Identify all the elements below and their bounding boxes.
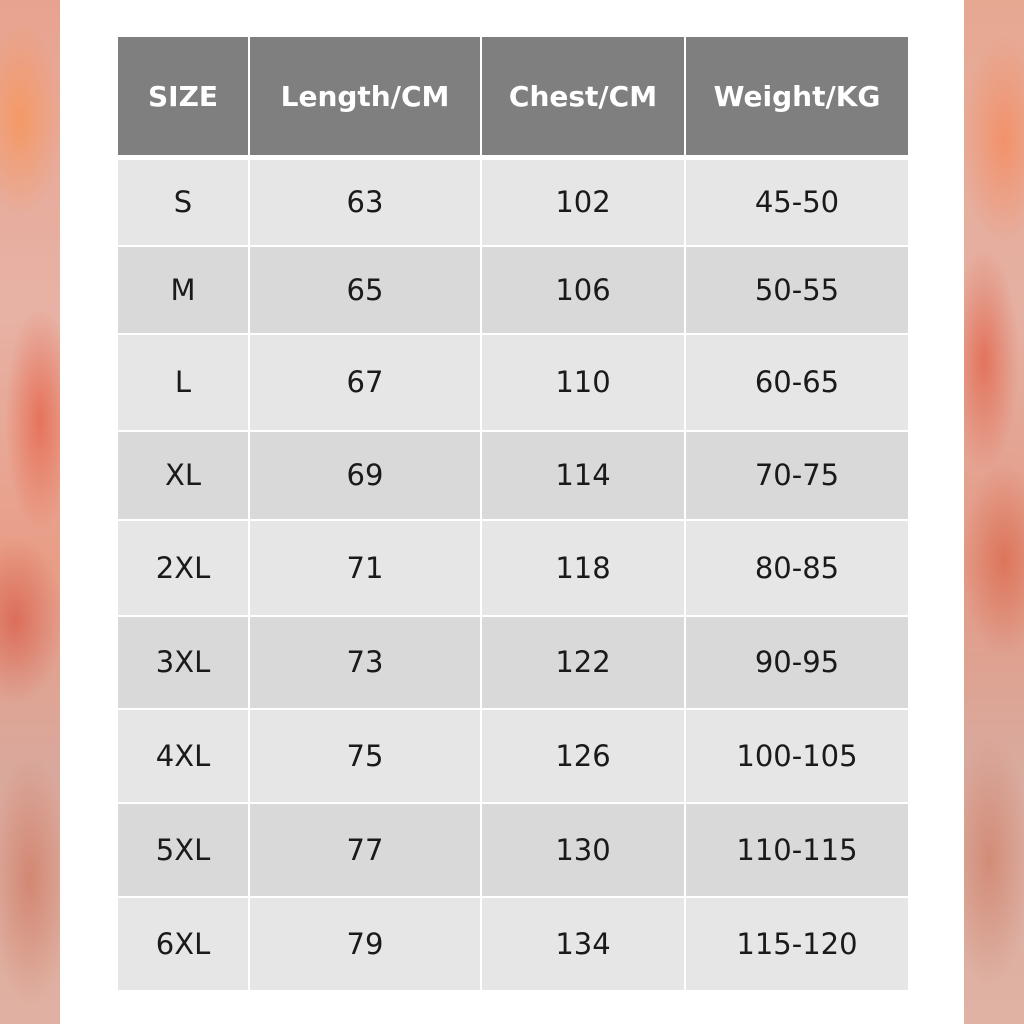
size-chart-sheet: SIZE Length/CM Chest/CM Weight/KG S 63 1… <box>60 0 964 1024</box>
cell-chest: 134 <box>481 896 686 990</box>
table-row: 2XL 71 118 80-85 <box>118 519 908 617</box>
cell-weight: 60-65 <box>685 333 908 432</box>
cell-weight: 50-55 <box>685 245 908 335</box>
cell-weight: 115-120 <box>685 896 908 990</box>
table-row: 3XL 73 122 90-95 <box>118 615 908 710</box>
cell-size: 6XL <box>118 896 250 990</box>
table-row: 4XL 75 126 100-105 <box>118 708 908 804</box>
header-length: Length/CM <box>249 37 482 160</box>
cell-length: 65 <box>249 245 482 335</box>
cell-size: 2XL <box>118 519 250 617</box>
cell-size: M <box>118 245 250 335</box>
header-chest: Chest/CM <box>481 37 686 160</box>
cell-chest: 118 <box>481 519 686 617</box>
table-row: XL 69 114 70-75 <box>118 430 908 521</box>
cell-length: 75 <box>249 708 482 804</box>
cell-size: L <box>118 333 250 432</box>
size-chart-table: SIZE Length/CM Chest/CM Weight/KG S 63 1… <box>118 37 908 990</box>
table-row: 6XL 79 134 115-120 <box>118 896 908 990</box>
cell-length: 77 <box>249 802 482 898</box>
cell-weight: 90-95 <box>685 615 908 710</box>
cell-length: 71 <box>249 519 482 617</box>
cell-weight: 110-115 <box>685 802 908 898</box>
table-row: S 63 102 45-50 <box>118 157 908 247</box>
table-row: 5XL 77 130 110-115 <box>118 802 908 898</box>
cell-chest: 106 <box>481 245 686 335</box>
cell-size: 4XL <box>118 708 250 804</box>
cell-chest: 114 <box>481 430 686 521</box>
cell-size: S <box>118 157 250 247</box>
cell-chest: 130 <box>481 802 686 898</box>
cell-weight: 70-75 <box>685 430 908 521</box>
cell-size: 5XL <box>118 802 250 898</box>
cell-weight: 45-50 <box>685 157 908 247</box>
header-weight: Weight/KG <box>685 37 908 160</box>
cell-length: 73 <box>249 615 482 710</box>
cell-chest: 110 <box>481 333 686 432</box>
table-row: L 67 110 60-65 <box>118 333 908 432</box>
cell-length: 63 <box>249 157 482 247</box>
cell-length: 79 <box>249 896 482 990</box>
cell-weight: 100-105 <box>685 708 908 804</box>
cell-chest: 122 <box>481 615 686 710</box>
cell-length: 67 <box>249 333 482 432</box>
flame-background-right <box>964 0 1024 1024</box>
cell-length: 69 <box>249 430 482 521</box>
cell-chest: 102 <box>481 157 686 247</box>
cell-size: XL <box>118 430 250 521</box>
cell-size: 3XL <box>118 615 250 710</box>
table-row: M 65 106 50-55 <box>118 245 908 335</box>
flame-background-left <box>0 0 60 1024</box>
table-header-row: SIZE Length/CM Chest/CM Weight/KG <box>118 37 908 160</box>
header-size: SIZE <box>118 37 250 160</box>
cell-chest: 126 <box>481 708 686 804</box>
cell-weight: 80-85 <box>685 519 908 617</box>
